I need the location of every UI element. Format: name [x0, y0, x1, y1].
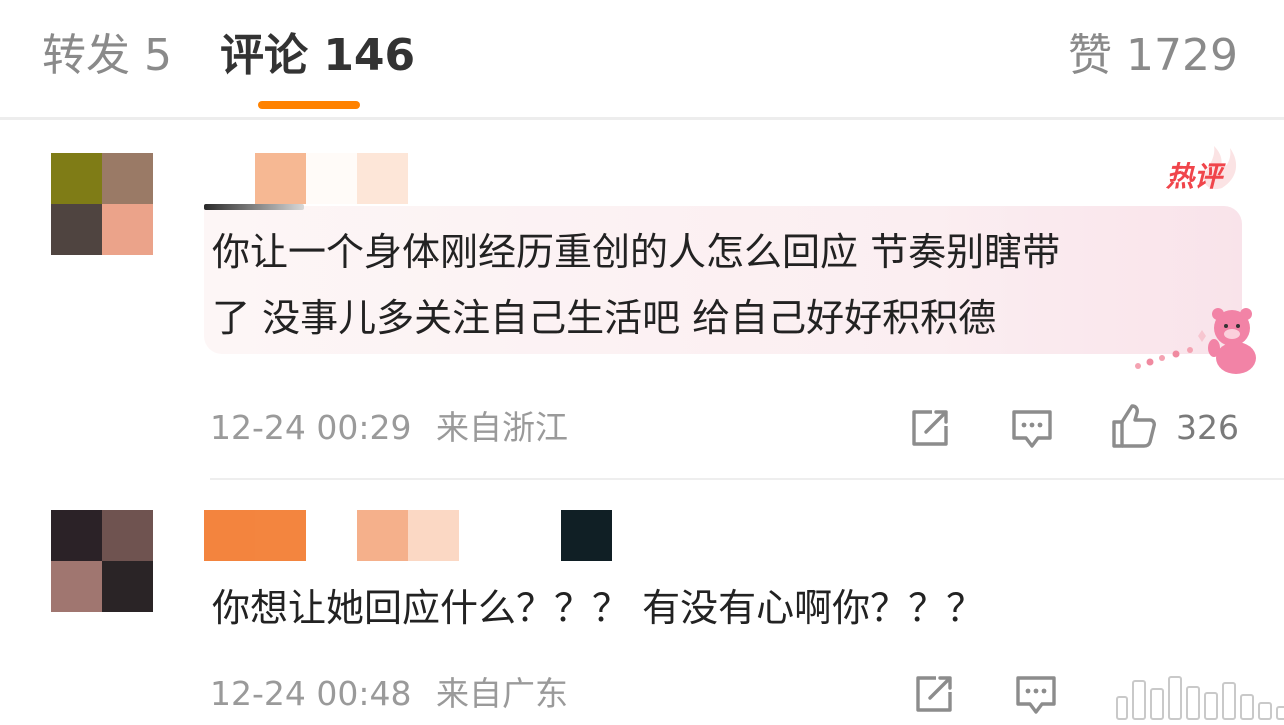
tab-comments[interactable]: 评论 146	[220, 30, 415, 82]
hot-badge-label: 热评	[1166, 160, 1223, 193]
avatar[interactable]	[51, 153, 153, 255]
repost-icon[interactable]	[908, 406, 952, 450]
active-tab-indicator	[258, 101, 360, 109]
username-redacted[interactable]	[204, 510, 612, 561]
comment-text-line-1: 你让一个身体刚经历重创的人怎么回应 节奏别瞎带	[212, 230, 1061, 274]
avatar[interactable]	[51, 510, 153, 612]
like-count: 326	[1176, 408, 1239, 447]
username-redacted[interactable]	[255, 153, 408, 204]
tab-repost[interactable]: 转发 5	[42, 30, 172, 82]
bear-sticker-icon	[1135, 308, 1256, 374]
comment-text-line-1: 你想让她回应什么？？？ 有没有心啊你？？？	[212, 586, 985, 630]
comment-divider	[210, 478, 1284, 480]
like-icon[interactable]	[1110, 402, 1158, 450]
tab-likes[interactable]: 赞 1729	[1068, 30, 1238, 82]
comment-tabs: 转发 5 评论 146 赞 1729	[0, 0, 1284, 118]
watermark-logo	[1110, 664, 1284, 725]
comment-icon[interactable]	[1010, 406, 1054, 450]
comment-timestamp: 12-24 00:29 来自浙江	[210, 408, 568, 447]
bubble-edge	[204, 204, 304, 210]
comment-timestamp: 12-24 00:48 来自广东	[210, 674, 568, 713]
comment-icon[interactable]	[1014, 672, 1058, 716]
repost-icon[interactable]	[912, 672, 956, 716]
header-divider	[0, 117, 1284, 120]
comment-text-line-2: 了 没事儿多关注自己生活吧 给自己好好积积德	[212, 296, 997, 340]
hot-comment-badge: 热评	[1160, 142, 1246, 196]
